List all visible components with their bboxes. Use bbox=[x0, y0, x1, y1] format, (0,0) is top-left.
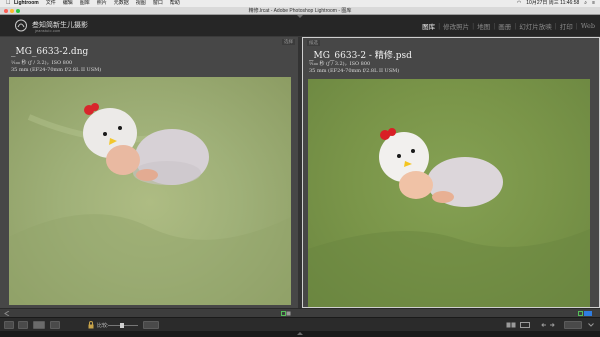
toolbar: 比较: bbox=[0, 317, 600, 331]
brand-url: jeanstuio.com bbox=[35, 29, 61, 33]
done-button[interactable] bbox=[564, 321, 582, 329]
clock[interactable]: 10月27日 周三 11:46:58 bbox=[526, 0, 579, 7]
menu-help[interactable]: 帮助 bbox=[170, 0, 180, 7]
apple-icon[interactable]:  bbox=[6, 0, 11, 7]
module-tab[interactable]: 打印 bbox=[557, 21, 576, 31]
select-pane[interactable]: 选择 _MG_6633-2.dng ¹⁄₁₀₀ 秒 (ƒ / 3.2)，ISO … bbox=[0, 37, 298, 308]
search-icon[interactable]: ⌕ bbox=[584, 0, 587, 7]
menu-list-icon[interactable]: ≡ bbox=[592, 0, 595, 7]
bottom-panel-collapse-arrow-icon[interactable] bbox=[297, 332, 303, 335]
menu-app-name[interactable]: Lightroom bbox=[14, 0, 39, 7]
window-title-bar: 精修.lrcat - Adobe Photoshop Lightroom - 图… bbox=[0, 7, 600, 15]
module-tab[interactable]: 画册 bbox=[495, 21, 514, 31]
newborn-photo-illustration bbox=[308, 128, 590, 307]
select-tag: 选择 bbox=[282, 39, 295, 45]
right-pane-status-icon bbox=[578, 311, 592, 316]
candidate-tag: 候选 bbox=[307, 40, 320, 46]
candidate-pane[interactable]: 候选 _MG_6633-2 - 精修.psd ¹⁄₁₀₀ 秒 (ƒ / 3.2)… bbox=[302, 37, 600, 308]
compare-label: 比较: bbox=[97, 323, 109, 329]
status-area: ◠ 10月27日 周三 11:46:58 ⌕ ≡ bbox=[517, 0, 595, 7]
compare-view-button[interactable] bbox=[33, 321, 45, 329]
newborn-photo-illustration bbox=[9, 103, 291, 305]
left-filename: _MG_6633-2.dng bbox=[11, 47, 89, 57]
module-tab[interactable]: 地图 bbox=[474, 21, 493, 31]
left-pane-status-icon bbox=[281, 311, 291, 316]
menu-window[interactable]: 窗口 bbox=[153, 0, 163, 7]
survey-view-button[interactable] bbox=[50, 321, 60, 329]
zoom-slider-thumb[interactable] bbox=[119, 323, 124, 328]
top-panel-collapse-arrow-icon[interactable] bbox=[297, 15, 303, 18]
module-tab[interactable]: 图库 bbox=[419, 21, 438, 31]
wifi-icon[interactable]: ◠ bbox=[517, 0, 521, 7]
menu-items: Lightroom 文件 编辑 图库 照片 元数据 视图 窗口 帮助 bbox=[14, 0, 180, 7]
menu-library[interactable]: 图库 bbox=[80, 0, 90, 7]
loupe-view-button[interactable] bbox=[18, 321, 28, 329]
module-tab[interactable]: 修改照片 bbox=[440, 21, 472, 31]
window-title: 精修.lrcat - Adobe Photoshop Lightroom - 图… bbox=[248, 8, 352, 14]
prev-arrow-icon[interactable] bbox=[4, 311, 10, 316]
swap-icon[interactable] bbox=[506, 322, 516, 328]
next-photo-icon[interactable] bbox=[549, 323, 555, 327]
left-exposure: ¹⁄₁₀₀ 秒 (ƒ / 3.2)，ISO 800 bbox=[11, 60, 73, 66]
module-picker: 图库 | 修改照片 | 地图 | 画册 | 幻灯片放映 | 打印 | Web bbox=[419, 21, 598, 31]
previous-photo-icon[interactable] bbox=[541, 323, 547, 327]
toolbar-options-chevron-down-icon[interactable] bbox=[588, 323, 594, 327]
module-tab[interactable]: 幻灯片放映 bbox=[516, 21, 555, 31]
make-select-icon[interactable] bbox=[520, 322, 530, 328]
sync-button[interactable] bbox=[143, 321, 159, 329]
left-photo[interactable] bbox=[9, 77, 291, 305]
compare-view: 选择 _MG_6633-2.dng ¹⁄₁₀₀ 秒 (ƒ / 3.2)，ISO … bbox=[0, 37, 600, 308]
module-bar: 叁知简新生儿摄影 jeanstuio.com 图库 | 修改照片 | 地图 | 画册 | 幻灯片… bbox=[0, 15, 600, 37]
left-lens: 35 mm (EF24-70mm f/2.8L II USM) bbox=[11, 67, 102, 73]
zoom-slider[interactable] bbox=[108, 323, 138, 328]
right-exposure: ¹⁄₁₀₀ 秒 (ƒ / 3.2)，ISO 800 bbox=[309, 61, 371, 67]
lock-icon[interactable] bbox=[88, 321, 94, 329]
menu-view[interactable]: 视图 bbox=[136, 0, 146, 7]
menu-photo[interactable]: 照片 bbox=[97, 0, 107, 7]
menu-file[interactable]: 文件 bbox=[46, 0, 56, 7]
menu-metadata[interactable]: 元数据 bbox=[114, 0, 129, 7]
filmstrip-bar bbox=[0, 308, 600, 317]
brand-logo-icon bbox=[15, 19, 27, 32]
right-lens: 35 mm (EF24-70mm f/2.8L II USM) bbox=[309, 68, 400, 74]
right-photo[interactable] bbox=[308, 79, 590, 307]
menu-edit[interactable]: 编辑 bbox=[63, 0, 73, 7]
grid-view-button[interactable] bbox=[4, 321, 14, 329]
module-tab[interactable]: Web bbox=[578, 22, 598, 30]
menu-bar:  Lightroom 文件 编辑 图库 照片 元数据 视图 窗口 帮助 ◠ 1… bbox=[0, 0, 600, 7]
